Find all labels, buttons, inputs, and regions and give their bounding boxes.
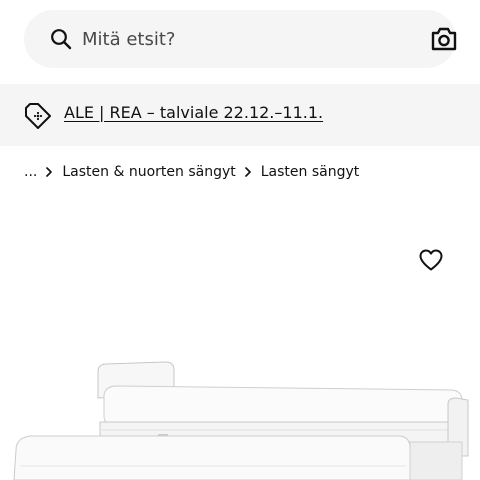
camera-icon[interactable] [430,26,458,52]
breadcrumb-item-lasten-sangyt[interactable]: Lasten sängyt [261,164,360,180]
breadcrumb: ... Lasten & nuorten sängyt Lasten sängy… [24,162,359,182]
chevron-right-icon [46,167,53,177]
promo-link[interactable]: ALE | REA – talviale 22.12.–11.1. [64,103,323,122]
heart-icon[interactable] [418,248,444,272]
breadcrumb-ellipsis[interactable]: ... [24,164,37,180]
price-tag-icon [25,103,51,129]
product-gallery [0,198,480,480]
search-bar[interactable] [24,10,458,68]
product-image[interactable] [0,338,480,480]
breadcrumb-item-lasten-nuorten-sangyt[interactable]: Lasten & nuorten sängyt [62,164,235,180]
search-icon [51,29,72,50]
search-input[interactable] [82,10,402,68]
promo-banner: ALE | REA – talviale 22.12.–11.1. [0,84,480,146]
chevron-right-icon [244,167,251,177]
